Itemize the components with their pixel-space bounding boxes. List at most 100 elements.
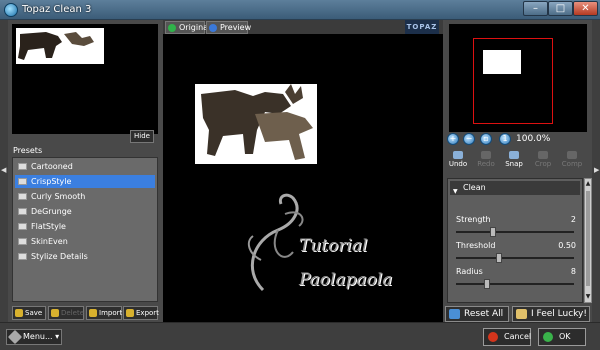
zoom-actual-icon[interactable]: 1 — [499, 133, 511, 145]
save-label: Save — [25, 309, 43, 317]
original-radio-icon — [168, 24, 176, 32]
save-preset-button[interactable]: Save — [12, 306, 46, 320]
menu-button[interactable]: Menu... ▾ — [6, 329, 62, 345]
preset-icon — [18, 238, 27, 245]
preset-icon — [18, 208, 27, 215]
thumbnail-image — [16, 28, 104, 64]
thumbnail-preview — [12, 24, 158, 134]
radius-value: 8 — [570, 267, 576, 276]
radius-label: Radius — [456, 267, 483, 276]
preset-label: Cartooned — [31, 162, 73, 171]
scroll-up-icon[interactable]: ▲ — [585, 180, 591, 188]
crop-icon — [538, 151, 548, 159]
left-panel: Hide Presets Cartooned CrispStyle Curly … — [8, 20, 160, 322]
crop-label: Crop — [534, 160, 552, 168]
reset-all-label: Reset All — [464, 309, 504, 319]
folder-icon — [89, 309, 97, 317]
threshold-value: 0.50 — [558, 241, 576, 250]
navigator[interactable] — [449, 24, 587, 132]
edit-tools: Undo Redo Snap Crop Comp — [445, 150, 592, 172]
zoom-in-icon[interactable]: + — [447, 133, 459, 145]
preview-image — [195, 84, 317, 164]
compare-button[interactable]: Comp — [559, 150, 585, 172]
preset-icon — [18, 223, 27, 230]
preset-label: FlatStyle — [31, 222, 66, 231]
strength-slider[interactable] — [456, 227, 574, 237]
topaz-logo: TOPAZ — [405, 20, 439, 34]
threshold-slider-handle[interactable] — [496, 253, 502, 263]
preset-icon — [18, 178, 27, 185]
preset-item-selected[interactable]: CrispStyle — [15, 175, 155, 188]
cancel-icon — [488, 332, 498, 342]
preset-item[interactable]: Stylize Details — [15, 250, 155, 263]
title-bar: Topaz Clean 3 – □ ✕ — [0, 0, 600, 20]
preset-label: CrispStyle — [31, 177, 72, 186]
preset-item[interactable]: Cartooned — [15, 160, 155, 173]
delete-preset-button[interactable]: Delete — [48, 306, 84, 320]
scroll-thumb[interactable] — [586, 191, 590, 286]
presets-heading: Presets — [13, 146, 43, 155]
cancel-button[interactable]: Cancel — [483, 328, 531, 346]
watermark-text-line2: Paolapaola — [299, 270, 393, 290]
feel-lucky-button[interactable]: I Feel Lucky! — [512, 306, 590, 322]
close-button[interactable]: ✕ — [573, 1, 598, 16]
app-icon — [4, 3, 18, 17]
chevron-right-icon: ▶ — [594, 166, 600, 174]
collapse-left-edge[interactable]: ◀ — [0, 20, 8, 322]
tab-preview-label: Preview — [220, 23, 252, 32]
preset-item[interactable]: DeGrunge — [15, 205, 155, 218]
compare-label: Comp — [561, 160, 583, 168]
zoom-level: 100.0% — [516, 134, 551, 144]
crop-button[interactable]: Crop — [530, 150, 556, 172]
preset-item[interactable]: SkinEven — [15, 235, 155, 248]
import-button[interactable]: Import — [86, 306, 122, 320]
undo-button[interactable]: Undo — [445, 150, 471, 172]
hide-button[interactable]: Hide — [130, 130, 154, 143]
settings-scrollbar[interactable]: ▲ ▼ — [584, 178, 592, 303]
view-tabs: Original Preview TOPAZ — [163, 20, 443, 34]
folder-icon — [51, 309, 59, 317]
wrench-icon — [7, 329, 23, 345]
threshold-slider[interactable] — [456, 253, 574, 263]
strength-value: 2 — [570, 215, 576, 224]
ok-label: OK — [559, 332, 571, 341]
adjustment-panel: ▼ Clean Strength 2 Threshold 0.50 Radius … — [447, 178, 583, 303]
redo-icon — [481, 151, 491, 159]
zoom-controls: + − ▫ 1 100.0% — [445, 132, 592, 148]
preset-item[interactable]: FlatStyle — [15, 220, 155, 233]
redo-button[interactable]: Redo — [473, 150, 499, 172]
snap-button[interactable]: Snap — [501, 150, 527, 172]
zoom-fit-icon[interactable]: ▫ — [480, 133, 492, 145]
minimize-button[interactable]: – — [523, 1, 548, 16]
collapse-right-edge[interactable]: ▶ — [592, 20, 600, 322]
compare-icon — [567, 151, 577, 159]
snap-icon — [509, 151, 519, 159]
section-title: Clean — [463, 183, 486, 192]
maximize-button[interactable]: □ — [548, 1, 573, 16]
cancel-label: Cancel — [504, 332, 532, 341]
tab-original[interactable]: Original — [165, 21, 210, 34]
navigator-image — [483, 50, 521, 74]
preset-label: Curly Smooth — [31, 192, 86, 201]
right-panel: + − ▫ 1 100.0% Undo Redo Snap Crop Comp … — [445, 20, 592, 322]
chevron-left-icon: ◀ — [1, 166, 7, 174]
reset-all-button[interactable]: Reset All — [445, 306, 509, 322]
preset-label: Stylize Details — [31, 252, 88, 261]
radius-slider-handle[interactable] — [484, 279, 490, 289]
ok-button[interactable]: OK — [538, 328, 586, 346]
delete-label: Delete — [61, 309, 84, 317]
preset-item[interactable]: Curly Smooth — [15, 190, 155, 203]
export-label: Export — [136, 309, 159, 317]
tab-preview[interactable]: Preview — [206, 21, 252, 34]
reset-icon — [449, 309, 460, 319]
clean-section-header[interactable]: ▼ Clean — [450, 181, 580, 195]
preset-label: SkinEven — [31, 237, 68, 246]
preview-area[interactable]: Original Preview TOPAZ Tutorial Paolapao… — [163, 20, 443, 322]
zoom-out-icon[interactable]: − — [463, 133, 475, 145]
strength-slider-handle[interactable] — [490, 227, 496, 237]
folder-icon — [126, 309, 134, 317]
menu-label: Menu... — [23, 332, 53, 341]
export-button[interactable]: Export — [123, 306, 159, 320]
scroll-down-icon[interactable]: ▼ — [585, 293, 591, 301]
radius-slider[interactable] — [456, 279, 574, 289]
